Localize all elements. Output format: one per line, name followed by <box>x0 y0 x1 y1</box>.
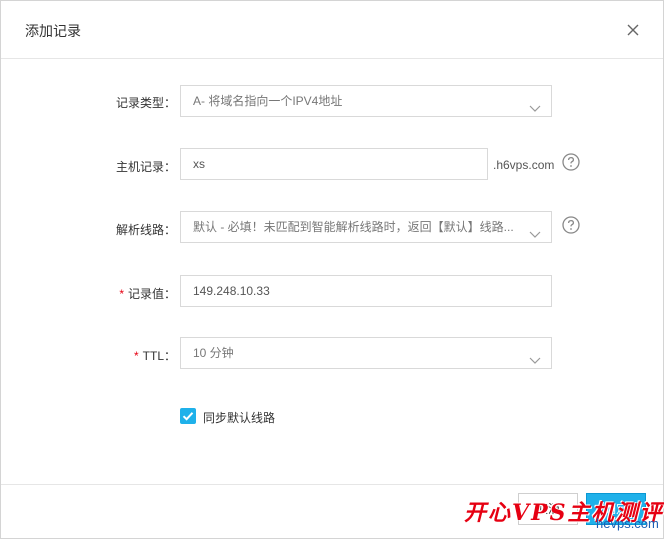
ttl-label: TTL： <box>142 349 176 363</box>
chevron-down-icon <box>529 347 541 364</box>
close-icon[interactable] <box>623 20 643 40</box>
ttl-select[interactable]: 10 分钟 <box>180 337 552 369</box>
line-label: 解析线路： <box>115 223 176 237</box>
ttl-label-row: * TTL： <box>1 347 176 364</box>
line-select[interactable]: 默认 - 必填！未匹配到智能解析线路时，返回【默认】线路... <box>180 211 552 243</box>
dialog-title: 添加记录 <box>25 23 81 39</box>
record-value-label: 记录值： <box>127 287 176 301</box>
dialog-header: 添加记录 <box>1 1 663 59</box>
domain-suffix: .h6vps.com <box>493 158 555 172</box>
host-input[interactable]: xs <box>180 148 488 180</box>
record-value-input[interactable]: 149.248.10.33 <box>180 275 552 307</box>
add-record-dialog: 添加记录 记录类型： A- 将域名指向一个IPV4地址 主机记录： xs .h6… <box>0 0 664 539</box>
chevron-down-icon <box>529 221 541 238</box>
sync-default-line-checkbox[interactable] <box>180 408 196 424</box>
record-type-select[interactable]: A- 将域名指向一个IPV4地址 <box>180 85 552 117</box>
question-circle-icon[interactable] <box>562 216 580 234</box>
ttl-value: 10 分钟 <box>193 346 234 360</box>
check-icon <box>182 412 194 421</box>
chevron-down-icon <box>529 95 541 112</box>
record-type-value: A- 将域名指向一个IPV4地址 <box>193 94 343 108</box>
required-mark: * <box>133 349 139 363</box>
record-type-label: 记录类型： <box>115 96 176 110</box>
sync-default-line-label[interactable]: 同步默认线路 <box>203 409 275 426</box>
cancel-button[interactable]: 取消 <box>518 493 578 525</box>
required-mark: * <box>119 287 124 301</box>
host-input-value: xs <box>193 157 205 171</box>
question-circle-icon[interactable] <box>562 153 580 171</box>
line-value: 默认 - 必填！未匹配到智能解析线路时，返回【默认】线路... <box>193 220 514 234</box>
record-value-input-value: 149.248.10.33 <box>193 284 270 298</box>
host-label: 主机记录： <box>115 160 176 174</box>
confirm-button[interactable]: 确定 <box>586 493 646 525</box>
record-value-label-row: * 记录值： <box>1 285 176 302</box>
